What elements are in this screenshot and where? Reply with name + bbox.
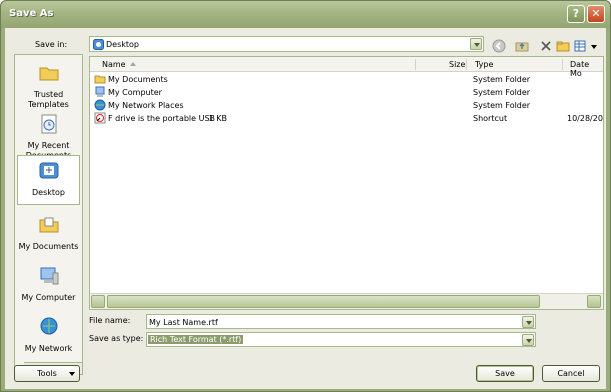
help-button[interactable]: ? — [567, 5, 585, 23]
save-as-dialog: Save As ? ✕ Save in: Desktop Trusted Tem… — [0, 0, 611, 392]
file-type: Shortcut — [473, 114, 508, 123]
network-icon — [94, 99, 106, 111]
my-computer-icon — [95, 86, 105, 97]
file-list-header: Name Size Type Date Mo — [90, 57, 603, 78]
scroll-right-button[interactable] — [587, 295, 601, 308]
save-in-combo[interactable]: Desktop — [89, 36, 484, 52]
chevron-down-icon[interactable] — [470, 38, 482, 50]
desktop-icon — [39, 162, 58, 179]
place-my-network[interactable]: My Network — [17, 312, 80, 360]
save-as-type-label: Save as type: — [89, 334, 144, 343]
folder-icon — [39, 67, 58, 81]
scroll-thumb[interactable] — [107, 295, 540, 308]
tools-button[interactable]: Tools — [14, 365, 80, 382]
chevron-down-icon[interactable] — [522, 334, 534, 346]
file-type: System Folder — [473, 101, 531, 110]
file-name: My Computer — [108, 88, 162, 97]
column-divider[interactable] — [562, 59, 563, 70]
up-folder-icon[interactable] — [515, 39, 529, 53]
horizontal-scrollbar[interactable] — [90, 293, 603, 309]
save-in-label: Save in: — [35, 40, 68, 49]
file-row[interactable]: My Network Places System Folder — [90, 99, 603, 112]
column-header-type[interactable]: Type — [475, 60, 493, 69]
file-type: System Folder — [473, 88, 531, 97]
save-as-type-select[interactable]: Rich Text Format (*.rtf) — [146, 332, 536, 347]
column-divider[interactable] — [415, 59, 416, 70]
views-icon[interactable] — [574, 39, 588, 53]
save-in-value: Desktop — [106, 40, 139, 49]
file-row[interactable]: My Documents System Folder — [90, 73, 603, 86]
column-header-size[interactable]: Size — [449, 60, 465, 69]
file-row[interactable]: F drive is the portable USB 1 KB Shortcu… — [90, 112, 603, 125]
chevron-down-icon — [69, 372, 75, 376]
place-my-computer[interactable]: My Computer — [17, 261, 80, 309]
shortcut-icon — [94, 112, 106, 124]
place-label: My Computer — [21, 293, 76, 302]
views-dropdown-icon[interactable] — [591, 45, 597, 49]
delete-icon[interactable] — [539, 39, 553, 53]
place-my-documents[interactable]: My Documents — [17, 210, 80, 258]
save-button[interactable]: Save — [476, 365, 534, 382]
file-row[interactable]: My Computer System Folder — [90, 86, 603, 99]
save-as-type-value: Rich Text Format (*.rtf) — [148, 335, 244, 344]
file-size: 1 KB — [208, 114, 227, 123]
filename-value: My Last Name.rtf — [149, 318, 218, 327]
place-label: Trusted Templates — [28, 90, 69, 109]
tools-label: Tools — [37, 369, 57, 378]
file-list: Name Size Type Date Mo My Documents Syst… — [89, 56, 604, 310]
file-name: My Documents — [108, 75, 168, 84]
place-label: My Documents — [18, 242, 79, 251]
my-documents-icon — [94, 75, 106, 84]
window-title: Save As — [9, 8, 54, 19]
chevron-down-icon[interactable] — [522, 316, 534, 328]
close-icon: ✕ — [591, 7, 601, 20]
desktop-icon — [93, 39, 104, 50]
network-icon — [40, 317, 57, 335]
back-icon[interactable] — [492, 39, 506, 53]
file-date: 10/28/20 — [567, 114, 603, 123]
filename-label: File name: — [89, 316, 131, 325]
place-trusted-templates[interactable]: Trusted Templates — [17, 58, 80, 109]
file-type: System Folder — [473, 75, 531, 84]
close-button[interactable]: ✕ — [587, 5, 605, 23]
place-label: My Network — [24, 344, 73, 353]
new-folder-icon[interactable] — [556, 39, 570, 53]
sort-ascending-icon — [130, 62, 136, 66]
cancel-button[interactable]: Cancel — [542, 365, 600, 382]
scroll-left-button[interactable] — [91, 295, 105, 308]
help-icon: ? — [572, 7, 580, 20]
column-header-name[interactable]: Name — [102, 60, 126, 69]
recent-documents-icon — [41, 114, 56, 134]
file-name: My Network Places — [108, 101, 184, 110]
title-bar[interactable]: Save As ? ✕ — [1, 1, 610, 28]
my-documents-icon — [39, 217, 58, 233]
filename-input[interactable]: My Last Name.rtf — [146, 314, 536, 329]
column-divider[interactable] — [466, 59, 467, 70]
my-computer-icon — [40, 267, 58, 285]
places-bar: Trusted Templates My Recent Documents De… — [14, 54, 83, 375]
place-desktop[interactable]: Desktop — [17, 155, 80, 205]
dialog-body: Save in: Desktop Trusted Templates My Re… — [5, 28, 606, 389]
cancel-label: Cancel — [557, 369, 585, 378]
place-label: Desktop — [32, 188, 65, 197]
save-label: Save — [495, 369, 515, 378]
